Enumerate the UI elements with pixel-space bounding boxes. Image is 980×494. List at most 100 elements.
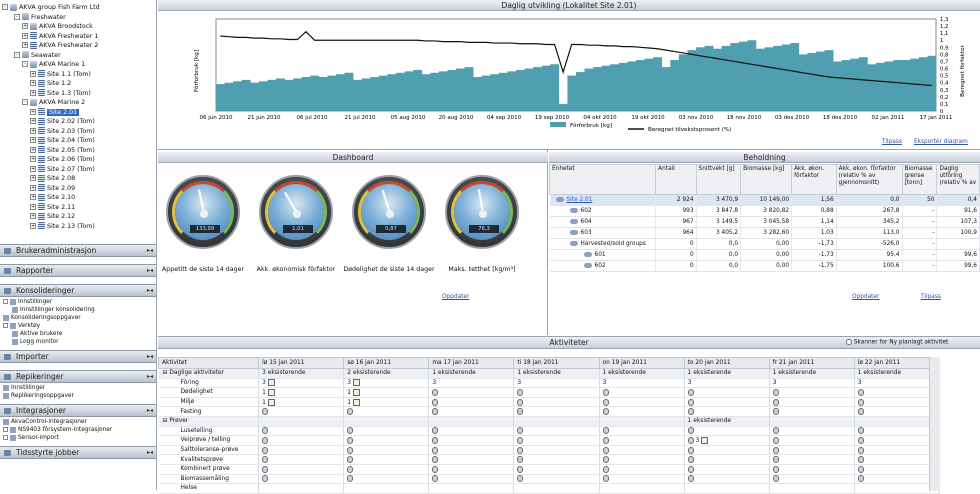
activity-cell[interactable]: [769, 464, 855, 475]
activity-cell[interactable]: [854, 445, 941, 456]
activity-cell[interactable]: [513, 454, 600, 465]
activity-cell[interactable]: [343, 454, 430, 465]
activity-column-header[interactable]: Aktivitet: [157, 357, 260, 369]
clipboard-icon[interactable]: [517, 456, 524, 464]
tree-node[interactable]: + Site 2.02 (Tom): [30, 117, 95, 127]
expand-icon[interactable]: +: [30, 137, 36, 143]
clipboard-icon[interactable]: [687, 446, 694, 454]
expand-icon[interactable]: +: [30, 175, 36, 181]
activity-cell[interactable]: [343, 474, 430, 485]
clipboard-icon[interactable]: [687, 456, 694, 464]
note-icon[interactable]: [352, 398, 360, 406]
nav-section-header[interactable]: Importer ▸◂: [0, 350, 156, 363]
expand-icon[interactable]: +: [30, 108, 36, 115]
expand-icon[interactable]: +: [30, 213, 36, 219]
activity-row[interactable]: Biomassemåling: [158, 474, 941, 485]
clipboard-icon[interactable]: [262, 475, 269, 483]
tree-node[interactable]: + Site 2.10: [30, 193, 75, 203]
activity-cell[interactable]: [684, 387, 770, 398]
activity-cell[interactable]: [854, 474, 941, 485]
expand-icon[interactable]: +: [22, 42, 28, 48]
expand-arrow-icon[interactable]: ▸◂: [147, 265, 153, 277]
activity-cell[interactable]: [513, 445, 600, 456]
expand-icon[interactable]: +: [30, 80, 36, 86]
expand-icon[interactable]: [3, 299, 8, 304]
activity-cell[interactable]: [343, 435, 430, 446]
activity-cell[interactable]: 3: [684, 435, 770, 446]
activity-cell[interactable]: [684, 445, 770, 456]
tree-node[interactable]: - AKVA Marine 1: [22, 60, 85, 70]
collapse-icon[interactable]: -: [2, 4, 8, 10]
clipboard-icon[interactable]: [857, 465, 864, 473]
clipboard-icon[interactable]: [262, 465, 269, 473]
activity-cell[interactable]: [428, 435, 515, 446]
tree-node[interactable]: + Site 2.05 (Tom): [30, 146, 95, 156]
activity-cell[interactable]: 1 eksisterende: [684, 416, 770, 427]
tree-node[interactable]: + AKVA Broodstock: [22, 22, 93, 32]
expand-icon[interactable]: +: [30, 89, 36, 96]
activity-row[interactable]: Kvalitetsprøve: [158, 454, 941, 465]
inventory-row[interactable]: 604 967 3 149,5 3 045,58 1,14 345,2-107,3: [549, 216, 980, 228]
activity-cell[interactable]: 3: [769, 378, 855, 389]
clipboard-icon[interactable]: [432, 465, 439, 473]
activity-cell[interactable]: [769, 387, 855, 398]
activity-row[interactable]: Dødelighet 1 1: [158, 387, 941, 398]
nav-section-header[interactable]: Rapporter ▸◂: [0, 264, 156, 277]
clipboard-icon[interactable]: [857, 446, 864, 454]
activity-cell[interactable]: [599, 445, 685, 456]
tree-node[interactable]: - Freshwater: [14, 13, 66, 23]
activity-cell[interactable]: [513, 416, 600, 427]
expand-icon[interactable]: +: [30, 194, 36, 200]
nav-section-header[interactable]: Konsolideringer ▸◂: [0, 284, 156, 297]
clipboard-icon[interactable]: [517, 408, 524, 416]
column-header[interactable]: Antall: [655, 164, 697, 195]
tree-node[interactable]: + Site 2.01: [30, 108, 80, 118]
activity-cell[interactable]: [428, 387, 515, 398]
activity-cell[interactable]: [769, 397, 855, 408]
clipboard-icon[interactable]: [602, 456, 609, 464]
activity-cell[interactable]: [513, 435, 600, 446]
activity-cell[interactable]: [854, 426, 941, 437]
activity-cell[interactable]: [513, 483, 600, 494]
expand-icon[interactable]: +: [30, 146, 36, 153]
expand-icon[interactable]: +: [30, 184, 36, 191]
activity-cell[interactable]: 3: [428, 378, 515, 389]
note-icon[interactable]: [267, 379, 275, 387]
activity-cell[interactable]: 1 eksisterende: [599, 368, 685, 379]
clipboard-icon[interactable]: [517, 388, 524, 396]
activity-row[interactable]: Salttoleranse-prøve: [158, 445, 941, 456]
clipboard-icon[interactable]: [857, 427, 864, 435]
clipboard-icon[interactable]: [432, 446, 439, 454]
activity-cell[interactable]: 1: [343, 397, 430, 408]
activity-cell[interactable]: [258, 474, 345, 485]
activity-cell[interactable]: 1 eksisterende: [513, 368, 600, 379]
inventory-row[interactable]: 602 993 3 847,8 3 820,82 0,88 267,8-91,6: [549, 205, 980, 217]
clipboard-icon[interactable]: [772, 388, 779, 396]
clipboard-icon[interactable]: [432, 388, 439, 396]
nav-section-header[interactable]: Brukeradministrasjon ▸◂: [0, 244, 156, 257]
expand-icon[interactable]: [3, 427, 8, 432]
clipboard-icon[interactable]: [772, 475, 779, 483]
nav-item[interactable]: Innstillinger konsolidering: [0, 306, 156, 314]
tree-node[interactable]: + Site 2.07 (Tom): [30, 165, 95, 175]
clipboard-icon[interactable]: [517, 398, 524, 406]
day-column-header[interactable]: sø 16 jan 2011: [343, 357, 430, 369]
collapse-icon[interactable]: -: [22, 61, 28, 67]
export-chart-link[interactable]: Eksportér diagram: [914, 139, 968, 145]
activity-cell[interactable]: 1: [258, 397, 345, 408]
activity-cell[interactable]: 1: [343, 387, 430, 398]
clipboard-icon[interactable]: [347, 475, 354, 483]
activity-cell[interactable]: [854, 454, 941, 465]
tree-root[interactable]: - AKVA group Fish Farm Ltd: [2, 3, 100, 13]
activity-cell[interactable]: [343, 483, 430, 494]
column-header[interactable]: Enhetet: [548, 164, 657, 195]
activity-cell[interactable]: [854, 464, 941, 475]
inventory-update-link[interactable]: Oppdater: [852, 294, 879, 300]
activity-cell[interactable]: [684, 397, 770, 408]
note-icon[interactable]: [701, 436, 709, 444]
inventory-row[interactable]: Harvested/sold groups 0 0,0 0,00 -1,73 -526,0…: [549, 238, 980, 250]
day-column-header[interactable]: fr 21 jan 2011: [768, 357, 855, 369]
activity-cell[interactable]: 3: [599, 378, 685, 389]
activity-cell[interactable]: [343, 445, 430, 456]
inventory-row[interactable]: 601 0 0,0 0,00 -1,73 95,4-99,6: [549, 249, 980, 261]
